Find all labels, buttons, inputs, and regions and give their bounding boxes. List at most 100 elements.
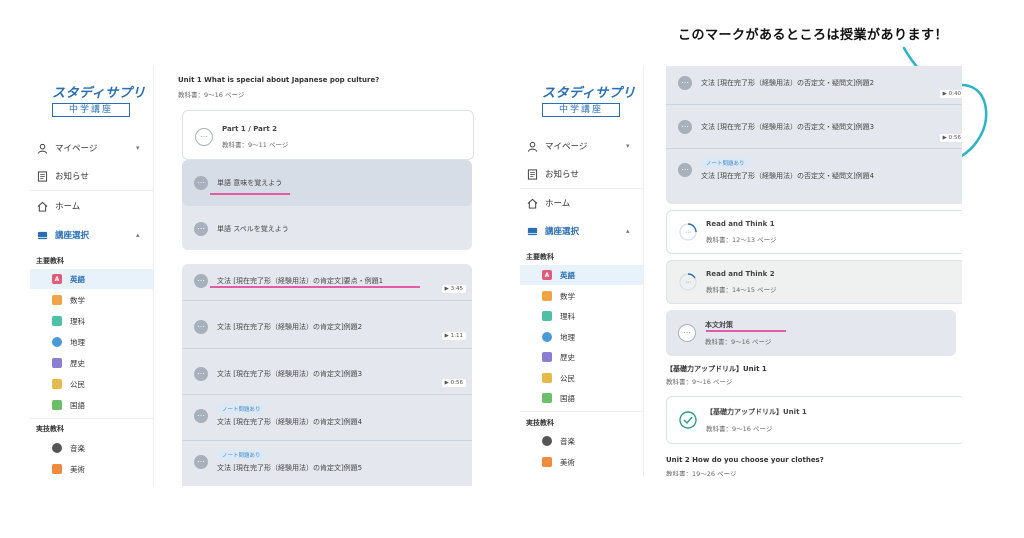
nav-news[interactable]: お知らせ (36, 166, 89, 186)
grammar-item-1-label: 文法 [現在完了形（経験用法）の肯定文]要点・例題1 (217, 277, 384, 285)
drill-card[interactable]: 【基礎力アップドリル】Unit 1 教科書：9〜16 ページ (666, 396, 962, 444)
subject-math[interactable]: 数学 (520, 286, 643, 306)
chevron-down-icon: ▾ (626, 142, 630, 150)
subject-japanese[interactable]: 国語 (30, 395, 153, 415)
subject-history[interactable]: 歴史 (520, 347, 643, 367)
nav-mypage-label: マイページ (545, 142, 588, 152)
subject-music[interactable]: 音楽 (520, 431, 643, 451)
music-icon (542, 436, 552, 446)
check-circle-icon (679, 411, 697, 429)
row-divider (666, 104, 962, 105)
note-tag: ノート問題あり (701, 158, 750, 168)
progress-ring-icon: ⋯ (679, 273, 697, 291)
grammar-card: ⋯ 文法 [現在完了形（経験用法）の否定文・疑問文]例題2 ▶ 0:40 ⋯ 文… (666, 66, 962, 204)
read-think-2-card[interactable]: ⋯ Read and Think 2 教科書：14〜15 ページ (666, 260, 962, 304)
grammar-item-4-label: 文法 [現在完了形（経験用法）の肯定文]例題4 (217, 418, 363, 426)
person-icon (526, 140, 538, 152)
chevron-up-icon: ▴ (626, 227, 630, 235)
left-main-content: Unit 1 What is special about Japanese po… (154, 66, 492, 486)
read-think-2-pages: 教科書：14〜15 ページ (706, 286, 777, 294)
subject-math[interactable]: 数学 (30, 290, 153, 310)
subject-history[interactable]: 歴史 (30, 353, 153, 373)
grammar-item-3[interactable]: ⋯ 文法 [現在完了形（経験用法）の否定文・疑問文]例題3 (666, 120, 962, 134)
nav-home[interactable]: ホーム (526, 193, 570, 213)
grammar-item-2-label: 文法 [現在完了形（経験用法）の否定文・疑問文]例題2 (701, 79, 875, 87)
grammar-card: ⋯ 文法 [現在完了形（経験用法）の肯定文]要点・例題1 ▶ 3:45 ⋯ 文法… (182, 264, 472, 486)
chevron-up-icon: ▴ (136, 231, 140, 239)
grammar-item-2[interactable]: ⋯ 文法 [現在完了形（経験用法）の否定文・疑問文]例題2 (666, 76, 962, 90)
part-card-text: Part 1 / Part 2 教科書：9〜11 ページ (222, 125, 288, 149)
vocab-item-2[interactable]: ⋯ 単語 スペルを覚えよう (182, 222, 472, 236)
read-think-1-card[interactable]: ⋯ Read and Think 1 教科書：12〜13 ページ (666, 210, 962, 254)
nav-course-select[interactable]: 講座選択 ▴ (526, 221, 630, 241)
divider (30, 418, 154, 419)
unit2-title: Unit 2 How do you choose your clothes? (666, 456, 824, 464)
note-tag: ノート問題あり (217, 450, 266, 460)
subject-art[interactable]: 美術 (30, 459, 153, 479)
math-icon (52, 295, 62, 305)
nav-course-select-label: 講座選択 (55, 231, 90, 241)
subject-english-label: 英語 (70, 274, 85, 284)
read-think-2-text: Read and Think 2 教科書：14〜15 ページ (706, 270, 776, 294)
subject-science-label: 理科 (560, 311, 575, 321)
read-think-2-row: ⋯ Read and Think 2 教科書：14〜15 ページ (667, 270, 962, 294)
nav-course-select-label: 講座選択 (545, 227, 580, 237)
play-indicator-icon: ⋯ (194, 320, 208, 334)
ellipsis-icon: ⋯ (195, 128, 213, 146)
globe-icon (52, 337, 62, 347)
grammar-item-4[interactable]: ⋯ ノート問題あり 文法 [現在完了形（経験用法）の否定文・疑問文]例題4 (666, 158, 962, 181)
play-indicator-icon: ⋯ (678, 162, 692, 177)
subject-english-label: 英語 (560, 270, 575, 280)
practical-subjects-label: 実技教科 (36, 425, 64, 433)
subject-english[interactable]: A 英語 (30, 269, 153, 289)
duration-badge: ▶ 0:56 (939, 134, 962, 142)
grammar-item-4-text: ノート問題あり 文法 [現在完了形（経験用法）の肯定文]例題4 (217, 404, 362, 427)
subject-geography[interactable]: 地理 (30, 332, 153, 352)
nav-news[interactable]: お知らせ (526, 164, 579, 184)
row-divider (182, 348, 472, 349)
building-icon (52, 358, 62, 368)
subject-science[interactable]: 理科 (520, 306, 643, 326)
nav-mypage[interactable]: マイページ ▾ (36, 138, 140, 158)
subject-japanese-label: 国語 (560, 393, 575, 403)
building-icon (542, 352, 552, 362)
part-card[interactable]: ⋯ Part 1 / Part 2 教科書：9〜11 ページ (182, 110, 474, 160)
nav-home-label: ホーム (55, 202, 81, 212)
subject-art[interactable]: 美術 (520, 452, 643, 472)
nav-course-select[interactable]: 講座選択 ▴ (36, 225, 140, 245)
grammar-item-2[interactable]: ⋯ 文法 [現在完了形（経験用法）の肯定文]例題2 (182, 320, 472, 334)
vocab-item-1[interactable]: ⋯ 単語 意味を覚えよう (182, 176, 472, 190)
svg-text:⋯: ⋯ (685, 229, 691, 236)
scales-icon (542, 373, 552, 383)
math-icon (542, 291, 552, 301)
subject-civics[interactable]: 公民 (30, 374, 153, 394)
subject-civics[interactable]: 公民 (520, 368, 643, 388)
highlight-underline (210, 286, 420, 288)
flask-icon (52, 316, 62, 326)
play-indicator-icon: ⋯ (194, 176, 208, 190)
japanese-icon (52, 400, 62, 410)
honbun-row: ⋯ 本文対策 教科書：9〜16 ページ (666, 320, 956, 346)
read-think-1-text: Read and Think 1 教科書：12〜13 ページ (706, 220, 776, 244)
sidebar: スタディサプリ 中学講座 マイページ ▾ お知らせ ホーム 講座選択 ▴ 主要教… (30, 66, 154, 486)
subject-geography[interactable]: 地理 (520, 327, 643, 347)
duration-badge: ▶ 3:45 (441, 285, 466, 293)
subject-history-label: 歴史 (70, 358, 85, 368)
honbun-pages: 教科書：9〜16 ページ (705, 338, 772, 346)
drill-section-pages: 教科書：9〜16 ページ (666, 378, 733, 386)
part-card-row: ⋯ Part 1 / Part 2 教科書：9〜11 ページ (183, 125, 473, 149)
nav-mypage[interactable]: マイページ ▾ (526, 136, 630, 156)
grammar-item-5[interactable]: ⋯ ノート問題あり 文法 [現在完了形（経験用法）の肯定文]例題5 (182, 450, 472, 473)
nav-home[interactable]: ホーム (36, 196, 80, 216)
subject-japanese[interactable]: 国語 (520, 388, 643, 408)
play-indicator-icon: ⋯ (678, 76, 692, 90)
subject-music[interactable]: 音楽 (30, 438, 153, 458)
grammar-item-3[interactable]: ⋯ 文法 [現在完了形（経験用法）の肯定文]例題3 (182, 367, 472, 381)
nav-news-label: お知らせ (545, 170, 579, 180)
play-indicator-icon: ⋯ (194, 367, 208, 381)
read-think-1-pages: 教科書：12〜13 ページ (706, 236, 777, 244)
grammar-item-4[interactable]: ⋯ ノート問題あり 文法 [現在完了形（経験用法）の肯定文]例題4 (182, 404, 472, 427)
subject-science[interactable]: 理科 (30, 311, 153, 331)
honbun-card[interactable]: ⋯ 本文対策 教科書：9〜16 ページ (666, 310, 956, 356)
subject-english[interactable]: A 英語 (520, 265, 643, 285)
